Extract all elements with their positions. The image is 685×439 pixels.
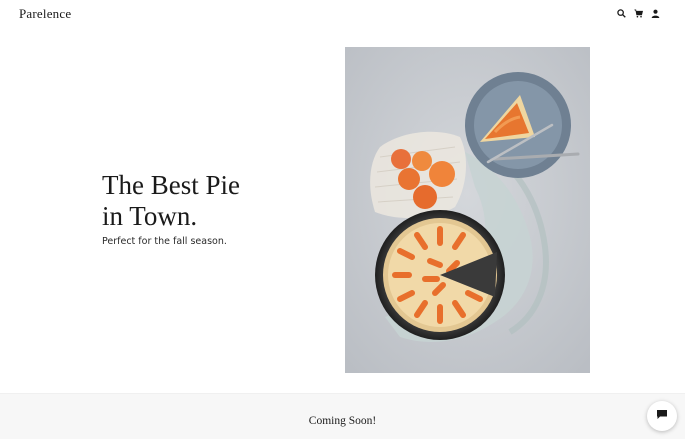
header-actions xyxy=(616,8,661,19)
announcement-bar: Coming Soon! xyxy=(0,393,685,439)
account-icon[interactable] xyxy=(650,8,661,19)
hero-subtitle: Perfect for the fall season. xyxy=(102,236,227,247)
hero-title-line1: The Best Pie xyxy=(102,170,240,200)
hero-image xyxy=(345,47,590,373)
apricot-tart-photo xyxy=(345,47,590,373)
hero-title: The Best Pie in Town. xyxy=(102,170,322,232)
site-header: Parelence xyxy=(0,0,685,28)
chat-button[interactable] xyxy=(647,401,677,431)
hero-title-line2: in Town. xyxy=(102,201,198,231)
cart-icon[interactable] xyxy=(633,8,644,19)
brand-logo[interactable]: Parelence xyxy=(19,6,71,22)
coming-soon-text: Coming Soon! xyxy=(308,415,377,427)
chat-icon xyxy=(656,407,668,425)
search-icon[interactable] xyxy=(616,8,627,19)
